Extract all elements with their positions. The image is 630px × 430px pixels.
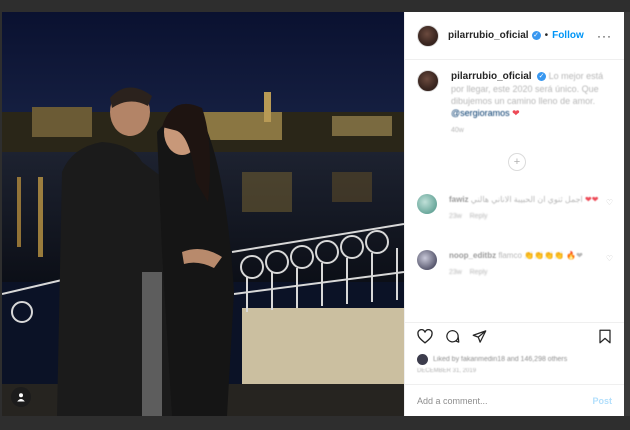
liker-avatar[interactable]: [417, 353, 428, 365]
separator-dot: •: [544, 30, 549, 41]
commenter-avatar[interactable]: [417, 250, 437, 270]
save-icon[interactable]: [598, 329, 612, 344]
reply-button[interactable]: Reply: [470, 269, 488, 276]
share-icon[interactable]: [472, 329, 487, 344]
post-modal: pilarrubio_oficial ✓ • Follow ··· pilarr…: [2, 12, 624, 416]
heart-icon[interactable]: [417, 329, 433, 344]
browser-bottom-bar: [0, 416, 630, 430]
comments-list[interactable]: pilarrubio_oficial ✓ Lo mejor está por l…: [405, 60, 624, 322]
load-more-comments-button[interactable]: +: [508, 153, 526, 171]
post-header: pilarrubio_oficial ✓ • Follow ···: [405, 12, 624, 60]
caption-avatar[interactable]: [417, 70, 439, 92]
comment-body: fawiz اجمل ثنوي ان الحبيبة الاناني هالني…: [449, 194, 613, 222]
photo-scene: [2, 12, 404, 416]
caption-mention[interactable]: @sergioramos: [451, 108, 510, 118]
caption-body: pilarrubio_oficial ✓ Lo mejor está por l…: [451, 70, 612, 137]
post-date: DECEMBER 31, 2019: [417, 368, 477, 374]
comment-item: noop_editbz flamco 👏👏👏👏 🔥❤ 23w Reply ♡: [417, 250, 613, 278]
post-comment-button[interactable]: Post: [592, 396, 612, 406]
caption-username[interactable]: pilarrubio_oficial: [451, 71, 532, 82]
comment-emojis: 👏👏👏👏: [524, 251, 564, 260]
comment-hearts: 🔥❤: [566, 251, 583, 260]
verified-icon: ✓: [531, 31, 541, 40]
caption-verified-icon: ✓: [537, 72, 547, 82]
caption-time: 40w: [451, 127, 464, 134]
likes-row: Liked by fakanmedin18 and 146,298 others: [405, 350, 624, 368]
comment-time: 23w: [449, 269, 462, 276]
comment-meta: 23w Reply: [449, 211, 613, 222]
follow-button[interactable]: Follow: [552, 30, 584, 41]
comment-icon[interactable]: [445, 329, 460, 344]
post-photo[interactable]: [2, 12, 404, 416]
user-tag-icon[interactable]: [11, 387, 31, 407]
comment-text: flamco: [498, 251, 522, 260]
add-comment-bar: Post: [405, 384, 624, 416]
caption-heart: ❤: [512, 108, 520, 118]
action-bar: [405, 322, 624, 350]
right-edge: [624, 12, 630, 416]
more-options-icon[interactable]: ···: [597, 29, 612, 43]
comment-like-icon[interactable]: ♡: [606, 254, 613, 263]
reply-button[interactable]: Reply: [470, 213, 488, 220]
comment-hearts: ❤❤: [585, 195, 599, 204]
comment-body: noop_editbz flamco 👏👏👏👏 🔥❤ 23w Reply: [449, 250, 613, 278]
comment-text: اجمل ثنوي ان الحبيبة الاناني هالني: [470, 195, 583, 204]
comment-item: fawiz اجمل ثنوي ان الحبيبة الاناني هالني…: [417, 194, 613, 222]
caption: pilarrubio_oficial ✓ Lo mejor está por l…: [417, 70, 612, 137]
post-side-panel: pilarrubio_oficial ✓ • Follow ··· pilarr…: [404, 12, 624, 416]
comment-meta: 23w Reply: [449, 267, 613, 278]
author-avatar[interactable]: [417, 24, 439, 47]
commenter-username[interactable]: fawiz: [449, 195, 469, 204]
add-comment-input[interactable]: [417, 395, 593, 406]
comment-time: 23w: [449, 213, 462, 220]
author-username[interactable]: pilarrubio_oficial: [448, 30, 529, 41]
commenter-avatar[interactable]: [417, 194, 437, 214]
comment-like-icon[interactable]: ♡: [606, 198, 613, 207]
likes-count[interactable]: Liked by fakanmedin18 and 146,298 others: [433, 356, 567, 363]
browser-top-bar: [0, 0, 630, 12]
commenter-username[interactable]: noop_editbz: [449, 251, 496, 260]
